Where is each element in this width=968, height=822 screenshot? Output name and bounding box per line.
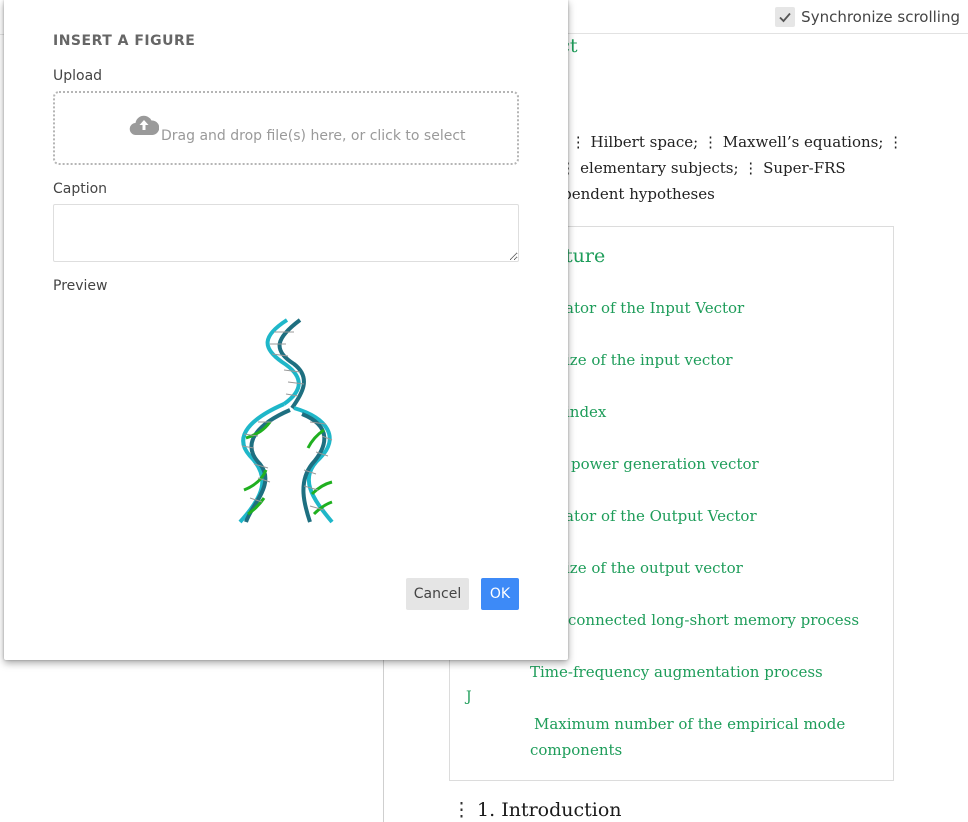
dropzone-text: Drag and drop file(s) here, or click to …: [161, 128, 466, 144]
cancel-button[interactable]: Cancel: [406, 578, 469, 610]
nomenclature-item: ator of the Input Vector: [565, 299, 745, 317]
section-heading-text: 1. Introduction: [477, 799, 622, 821]
insert-figure-dialog: INSERT A FIGURE Upload Drag and drop fil…: [4, 0, 568, 660]
check-icon: [779, 12, 791, 23]
nomenclature-item: index: [565, 403, 607, 421]
caption-input[interactable]: [53, 204, 519, 262]
preview-toolbar: Synchronize scrolling: [568, 0, 968, 34]
dialog-title: INSERT A FIGURE: [53, 33, 196, 49]
nomenclature-item: ator of the Output Vector: [565, 507, 757, 525]
section-heading: ⋮ 1. Introduction: [452, 799, 622, 821]
section-marker: ⋮: [452, 799, 471, 821]
nomenclature-item: components: [530, 741, 623, 759]
cloud-upload-icon: [129, 115, 159, 136]
synchronize-scrolling-label: Synchronize scrolling: [801, 8, 960, 26]
file-dropzone[interactable]: Drag and drop file(s) here, or click to …: [53, 91, 519, 165]
synchronize-scrolling-toggle[interactable]: Synchronize scrolling: [775, 6, 960, 28]
dna-helix-image: [238, 318, 334, 524]
nomenclature-item: Time-frequency augmentation process: [530, 663, 823, 681]
keywords-line: se; ⋮ elementary subjects; ⋮ Super-FRS: [534, 159, 846, 177]
nomenclature-item: ize of the output vector: [565, 559, 743, 577]
nomenclature-heading: ture: [565, 245, 606, 267]
ok-button[interactable]: OK: [481, 578, 519, 610]
app-window: Synchronize scrolling ostract tics; ⋮ Hi…: [0, 0, 968, 822]
caption-label: Caption: [53, 181, 108, 197]
nomenclature-item: ize of the input vector: [565, 351, 733, 369]
nomenclature-symbol: J: [466, 689, 472, 705]
nomenclature-item: connected long-short memory process: [568, 611, 860, 629]
nomenclature-item: Maximum number of the empirical mode: [534, 715, 846, 733]
preview-label: Preview: [53, 278, 108, 294]
nomenclature-item: power generation vector: [571, 455, 759, 473]
keywords-line: tics; ⋮ Hilbert space; ⋮ Maxwell’s equat…: [534, 133, 904, 151]
upload-label: Upload: [53, 68, 103, 84]
checkbox[interactable]: [775, 7, 796, 27]
